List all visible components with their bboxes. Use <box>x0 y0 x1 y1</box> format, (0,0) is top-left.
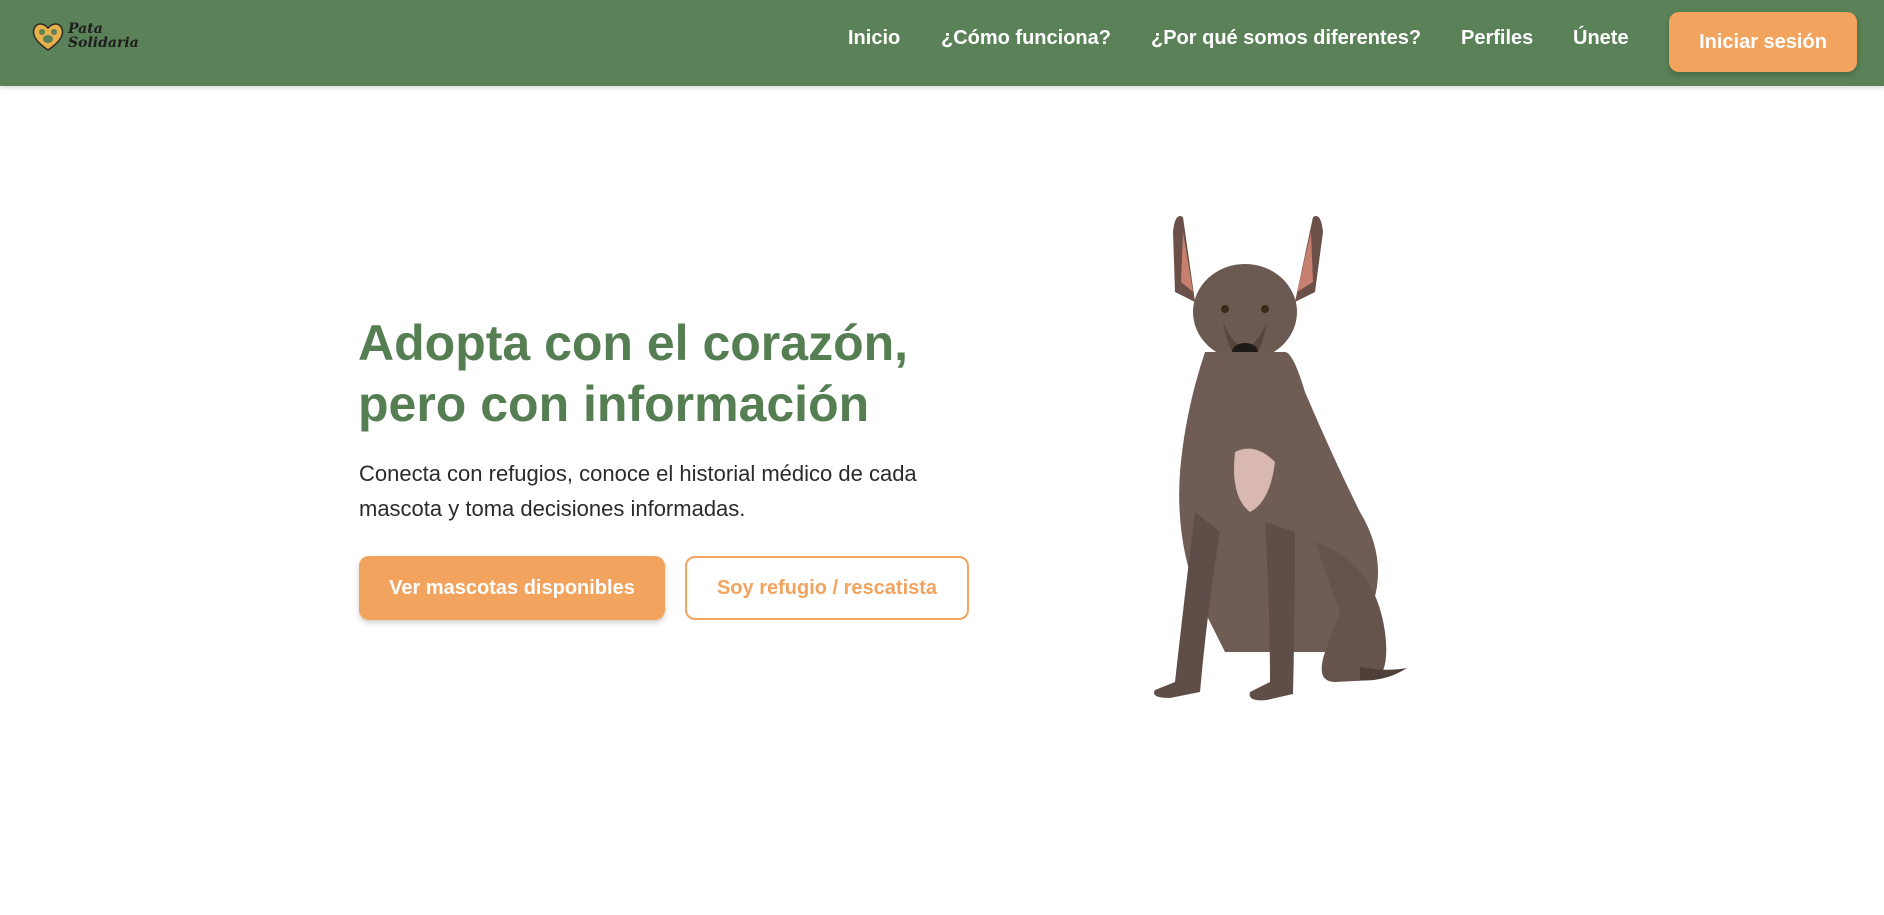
hero-subtitle-line2: mascota y toma decisiones informadas. <box>359 496 746 521</box>
nav-link-como-funciona[interactable]: ¿Cómo funciona? <box>941 27 1111 50</box>
hero-subtitle: Conecta con refugios, conoce el historia… <box>359 456 959 526</box>
hero-title: Adopta con el corazón, pero con informac… <box>358 313 958 435</box>
brand-name-line2: Solidaria <box>68 35 139 51</box>
hero-title-line2: pero con información <box>358 376 870 432</box>
nav-link-por-que-diferentes[interactable]: ¿Por qué somos diferentes? <box>1151 27 1421 50</box>
shelter-rescuer-button[interactable]: Soy refugio / rescatista <box>685 556 969 620</box>
hero-dog-image <box>1154 216 1407 701</box>
brand-name-line1: Pata <box>68 21 103 37</box>
view-pets-button[interactable]: Ver mascotas disponibles <box>359 556 665 620</box>
top-navbar: Pata Solidaria Inicio ¿Cómo funciona? ¿P… <box>0 0 1884 86</box>
hero-subtitle-line1: Conecta con refugios, conoce el historia… <box>359 461 917 486</box>
nav-link-unete[interactable]: Únete <box>1573 27 1629 50</box>
login-button[interactable]: Iniciar sesión <box>1669 12 1857 72</box>
brand-name: Pata Solidaria <box>68 22 139 50</box>
brand-logo[interactable]: Pata Solidaria <box>30 16 145 56</box>
paw-heart-logo-icon <box>32 23 64 51</box>
nav-link-inicio[interactable]: Inicio <box>848 27 900 50</box>
hero-title-line1: Adopta con el corazón, <box>358 315 909 371</box>
nav-link-perfiles[interactable]: Perfiles <box>1461 27 1533 50</box>
